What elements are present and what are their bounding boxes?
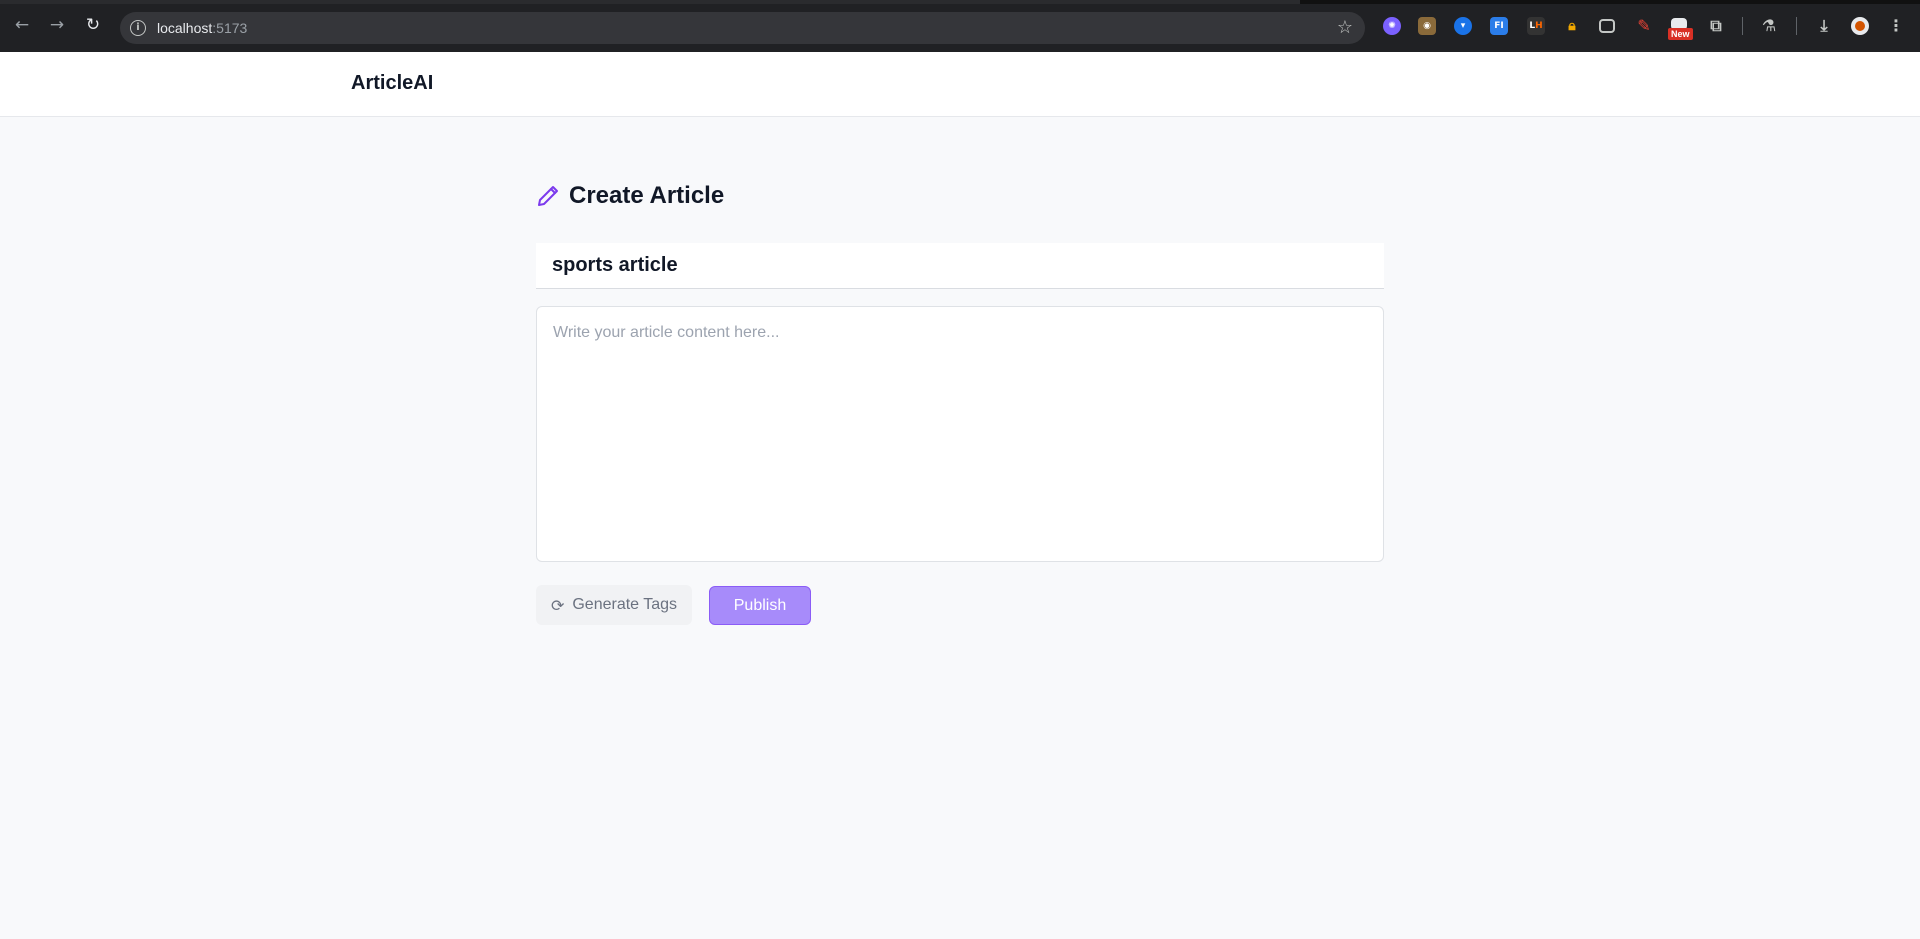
generate-tags-label: Generate Tags (572, 596, 678, 613)
url-port: :5173 (212, 20, 248, 36)
toolbar-divider (1796, 17, 1797, 35)
toolbar-divider (1742, 17, 1743, 35)
forward-icon[interactable]: → (46, 14, 68, 36)
url-text[interactable]: localhost:5173 (157, 20, 247, 36)
extension-puzzle-purple-icon[interactable]: ✺ (1383, 17, 1401, 35)
address-bar[interactable]: i localhost:5173 ☆ (120, 12, 1365, 44)
extension-lh-icon[interactable]: LH (1527, 17, 1545, 35)
article-title-input[interactable] (536, 243, 1384, 289)
pencil-icon (538, 186, 558, 206)
extensions-puzzle-icon[interactable]: ⧉ (1707, 17, 1725, 35)
extension-fi-icon[interactable]: FI (1490, 17, 1508, 35)
app-header: ArticleAI (0, 52, 1920, 117)
page-title: Create Article (569, 182, 725, 209)
browser-toolbar: ← → ↻ i localhost:5173 ☆ ✺ ◉ ▾ FI LH 🔒︎ … (0, 0, 1920, 52)
refresh-icon: ⟳ (550, 595, 565, 615)
extension-lock-icon[interactable]: 🔒︎ (1563, 17, 1581, 35)
brand-logo[interactable]: ArticleAI (351, 72, 433, 95)
avatar-dot (1855, 21, 1865, 31)
profile-avatar[interactable] (1851, 17, 1869, 35)
publish-button[interactable]: Publish (709, 586, 811, 625)
labs-flask-icon[interactable]: ⚗ (1760, 17, 1778, 35)
extension-shield-v-icon[interactable]: ▾ (1454, 17, 1472, 35)
active-tab-indicator (0, 0, 1300, 4)
extension-pen-red-icon[interactable]: ✎ (1635, 17, 1653, 35)
bookmark-star-icon[interactable]: ☆ (1337, 17, 1353, 38)
back-icon[interactable]: ← (11, 14, 33, 36)
reload-icon[interactable]: ↻ (82, 14, 104, 36)
extension-window-icon[interactable] (1599, 19, 1615, 33)
site-info-icon[interactable]: i (130, 20, 146, 36)
tab-strip (0, 0, 1920, 4)
page-title-row: Create Article (536, 180, 724, 212)
generate-tags-button[interactable]: ⟳ Generate Tags (536, 585, 692, 625)
extension-owl-icon[interactable]: ◉ (1418, 17, 1436, 35)
browser-menu-icon[interactable]: ⋮ (1887, 17, 1905, 35)
article-content-textarea[interactable] (536, 306, 1384, 562)
downloads-icon[interactable]: ⤓ (1815, 17, 1833, 35)
url-host: localhost (157, 20, 213, 36)
new-badge: New (1668, 28, 1693, 40)
